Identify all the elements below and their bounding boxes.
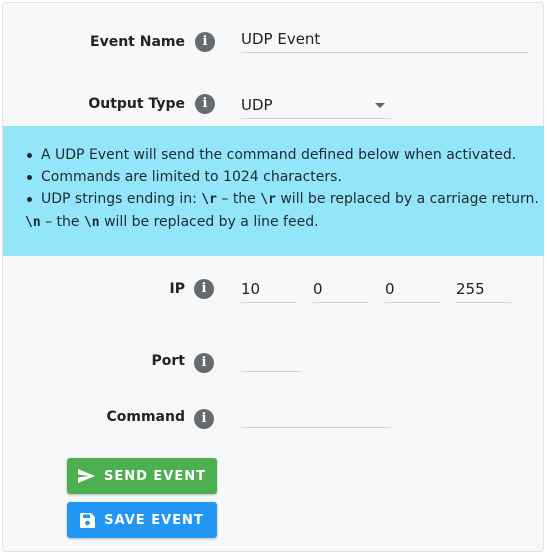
send-event-label: SEND EVENT xyxy=(103,468,206,484)
info-icon[interactable]: i xyxy=(194,409,214,429)
output-type-select[interactable]: UDP xyxy=(241,93,391,119)
save-event-label: SAVE EVENT xyxy=(104,512,204,528)
ip-octet-2[interactable]: 0 xyxy=(313,277,368,303)
info-icon[interactable]: i xyxy=(194,353,214,373)
output-type-label: Output Type xyxy=(88,96,185,112)
save-event-button[interactable]: SAVE EVENT xyxy=(67,502,217,538)
command-field[interactable] xyxy=(241,402,391,428)
info-bullet: Commands are limited to 1024 characters. xyxy=(25,166,544,188)
ip-octet-3[interactable]: 0 xyxy=(385,277,440,303)
info-icon[interactable]: i xyxy=(194,279,214,299)
send-icon xyxy=(77,469,95,483)
info-icon[interactable]: i xyxy=(195,32,215,52)
port-field[interactable] xyxy=(241,346,301,372)
chevron-down-icon xyxy=(375,103,385,108)
save-icon xyxy=(80,512,96,528)
ip-octet-4[interactable]: 255 xyxy=(456,277,511,303)
info-icon[interactable]: i xyxy=(195,94,215,114)
output-type-value: UDP xyxy=(241,96,273,114)
command-label: Command xyxy=(106,409,185,425)
event-name-field[interactable]: UDP Event xyxy=(241,27,528,53)
ip-label: IP xyxy=(169,281,185,297)
info-notice: A UDP Event will send the command define… xyxy=(3,126,544,256)
ip-octet-1[interactable]: 10 xyxy=(241,277,296,303)
port-label: Port xyxy=(151,353,185,369)
info-bullet: UDP strings ending in: \r – the \r will … xyxy=(25,188,544,234)
send-event-button[interactable]: SEND EVENT xyxy=(67,458,217,494)
event-name-label: Event Name xyxy=(90,34,185,50)
info-bullet: A UDP Event will send the command define… xyxy=(25,144,544,166)
